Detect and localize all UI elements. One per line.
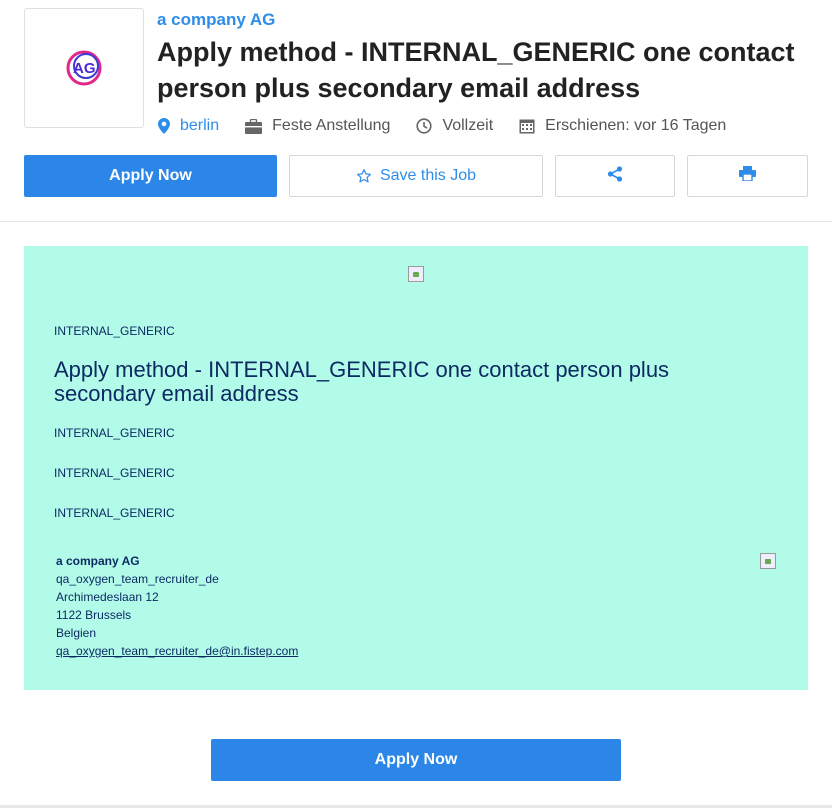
print-icon	[739, 166, 756, 186]
share-button[interactable]	[555, 155, 675, 197]
company-logo-mark: AG	[66, 50, 102, 86]
contact-recruiter: qa_oxygen_team_recruiter_de	[56, 572, 219, 586]
panel-heading: Apply method - INTERNAL_GENERIC one cont…	[54, 357, 670, 406]
contact-street: Archimedeslaan 12	[56, 590, 159, 604]
save-job-button[interactable]: Save this Job	[289, 155, 543, 197]
broken-image-icon	[760, 553, 776, 569]
job-description-panel: INTERNAL_GENERIC Apply method - INTERNAL…	[24, 246, 808, 690]
location-label: berlin	[180, 117, 220, 134]
calendar-icon	[519, 118, 535, 134]
apply-now-label: Apply Now	[109, 167, 192, 184]
panel-label-3: INTERNAL_GENERIC	[54, 466, 175, 480]
panel-label-2: INTERNAL_GENERIC	[54, 426, 175, 440]
contact-city: 1122 Brussels	[56, 608, 132, 622]
apply-now-bottom-button[interactable]: Apply Now	[211, 739, 621, 781]
apply-now-button[interactable]: Apply Now	[24, 155, 277, 197]
published-label: Erschienen: vor 16 Tagen	[545, 117, 727, 134]
contact-country: Belgien	[56, 626, 97, 640]
save-job-label: Save this Job	[379, 167, 477, 184]
job-title: Apply method - INTERNAL_GENERIC one cont…	[157, 37, 795, 103]
contact-email-link[interactable]: qa_oxygen_team_recruiter_de@in.fistep.co…	[56, 644, 298, 658]
logo-text: AG	[73, 60, 96, 77]
broken-image-icon	[408, 266, 424, 282]
briefcase-icon	[245, 118, 263, 134]
apply-now-bottom-label: Apply Now	[374, 751, 458, 768]
company-logo[interactable]: AG	[24, 8, 144, 128]
published-item: Erschienen: vor 16 Tagen	[519, 117, 726, 135]
schedule-label: Vollzeit	[442, 117, 494, 134]
share-icon	[607, 165, 623, 187]
location-item[interactable]: berlin	[158, 117, 219, 135]
schedule-item: Vollzeit	[416, 117, 493, 135]
contract-item: Feste Anstellung	[245, 117, 390, 135]
contact-block: a company AG qa_oxygen_team_recruiter_de…	[56, 552, 298, 660]
contract-label: Feste Anstellung	[272, 117, 391, 134]
star-icon	[356, 168, 372, 184]
panel-label-1: INTERNAL_GENERIC	[54, 324, 175, 338]
clock-icon	[416, 118, 433, 134]
contact-company: a company AG	[56, 554, 140, 568]
header-divider	[0, 221, 832, 222]
panel-label-4: INTERNAL_GENERIC	[54, 506, 175, 520]
footer-divider	[0, 805, 832, 808]
map-pin-icon	[158, 118, 170, 134]
job-meta: berlin Feste Anstellung Vollzeit Erschie…	[158, 115, 752, 137]
company-name-link[interactable]: a company AG	[157, 10, 275, 30]
print-button[interactable]	[687, 155, 808, 197]
